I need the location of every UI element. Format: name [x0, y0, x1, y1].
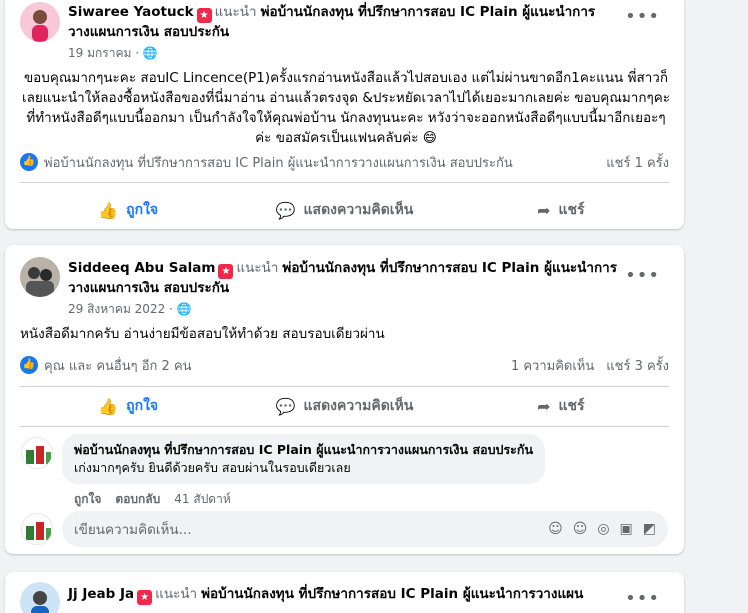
comment-input[interactable]: เขียนความคิดเห็น... ☺ ☺ ◎ ▣ ◩ — [62, 511, 668, 547]
like-reaction-icon: 👍 — [20, 356, 38, 374]
recommend-icon: ★ — [196, 8, 212, 23]
post-card: Siwaree Yaotuck ★ แนะนำพ่อบ้านนักลงทุน ที่… — [5, 0, 684, 229]
sticker-icon[interactable]: ◩ — [643, 521, 656, 537]
more-options-icon[interactable]: ••• — [625, 588, 660, 609]
comment-time[interactable]: 41 สัปดาห์ — [174, 492, 230, 506]
page-name[interactable]: พ่อบ้านนักลงทุน ที่ปรึกษาการสอบ IC Plain… — [201, 586, 583, 602]
emoji-icon[interactable]: ☺ — [573, 521, 588, 537]
recommends-label: แนะนำ — [155, 586, 198, 602]
avatar-sticker-icon[interactable]: ☺ — [548, 521, 563, 537]
recommend-icon: ★ — [218, 264, 234, 279]
shares-count[interactable]: แชร์ 3 ครั้ง — [606, 355, 669, 376]
divider — [20, 182, 669, 183]
thumbs-up-icon: 👍 — [98, 396, 119, 416]
comment-input-placeholder: เขียนความคิดเห็น... — [74, 522, 192, 538]
comment-icon: 💬 — [275, 200, 296, 220]
globe-icon: 🌐 — [176, 302, 192, 316]
comment-tools: ☺ ☺ ◎ ▣ ◩ — [538, 521, 656, 537]
like-label: ถูกใจ — [126, 202, 159, 218]
post-meta: 29 สิงหาคม 2022 · 🌐 — [68, 302, 192, 316]
comment-icon: 💬 — [275, 396, 296, 416]
share-button[interactable]: ➦ แชร์ — [453, 388, 669, 424]
post-text: หนังสือดีมากครับ อ่านง่ายมีข้อสอบให้ทำด้… — [20, 326, 385, 342]
recommend-icon: ★ — [137, 590, 153, 605]
like-label: ถูกใจ — [126, 398, 159, 414]
post-actions: 👍 ถูกใจ 💬 แสดงความคิดเห็น ➦ แชร์ — [20, 192, 669, 228]
comment-like-button[interactable]: ถูกใจ — [74, 492, 101, 506]
more-options-icon[interactable]: ••• — [625, 6, 660, 27]
reactors-text[interactable]: พ่อบ้านนักลงทุน ที่ปรึกษาการสอบ IC Plain… — [44, 152, 513, 173]
post-header: Jj Jeab Ja ★ แนะนำ พ่อบ้านนักลงทุน ที่ปรึกษ… — [68, 585, 624, 605]
post-header: Siwaree Yaotuck ★ แนะนำ พ่อบ้านนักลงทุน ที่… — [68, 3, 624, 42]
comment-button[interactable]: 💬 แสดงความคิดเห็น — [236, 192, 452, 228]
avatar[interactable] — [20, 2, 60, 42]
shares-count[interactable]: แชร์ 1 ครั้ง — [606, 152, 669, 173]
like-reaction-icon: 👍 — [20, 153, 38, 171]
post-text: ขอบคุณมากๆนะคะ สอบIC Lincence(P1)ครั้งแร… — [21, 70, 671, 146]
comment-text: เก่งมากๆครับ ยินดีด้วยครับ สอบผ่านในรอบเ… — [74, 460, 351, 475]
reactors-text[interactable]: คุณ และ คนอื่นๆ อีก 2 คน — [44, 355, 192, 376]
author-name[interactable]: Jj Jeab Ja — [68, 586, 134, 602]
page-avatar[interactable] — [21, 513, 53, 545]
share-label: แชร์ — [558, 202, 585, 218]
share-label: แชร์ — [558, 398, 585, 414]
post-date[interactable]: 29 สิงหาคม 2022 — [68, 302, 165, 316]
post-actions: 👍 ถูกใจ 💬 แสดงความคิดเห็น ➦ แชร์ — [20, 388, 669, 424]
author-name[interactable]: Siwaree Yaotuck — [68, 4, 194, 20]
divider — [20, 426, 669, 427]
share-button[interactable]: ➦ แชร์ — [453, 192, 669, 228]
comment-reply-button[interactable]: ตอบกลับ — [115, 492, 160, 506]
avatar[interactable] — [20, 582, 60, 613]
like-button[interactable]: 👍 ถูกใจ — [20, 388, 236, 424]
comment-actions: ถูกใจ ตอบกลับ 41 สัปดาห์ — [74, 490, 245, 509]
divider — [20, 386, 669, 387]
comments-count[interactable]: 1 ความคิดเห็น — [511, 355, 594, 376]
gif-icon[interactable]: ▣ — [620, 521, 633, 537]
comment-label: แสดงความคิดเห็น — [303, 202, 414, 218]
post-header: Siddeeq Abu Salam ★ แนะนำ พ่อบ้านนักลงทุน ท… — [68, 259, 624, 298]
page-avatar[interactable] — [21, 437, 53, 469]
comment-label: แสดงความคิดเห็น — [303, 398, 414, 414]
post-date[interactable]: 19 มกราคม — [68, 46, 131, 60]
post-meta: 19 มกราคม · 🌐 — [68, 46, 158, 60]
recommends-label: แนะนำ — [214, 4, 257, 20]
avatar[interactable] — [20, 257, 60, 297]
share-icon: ➦ — [537, 396, 551, 416]
camera-icon[interactable]: ◎ — [597, 521, 609, 537]
post-card: Siddeeq Abu Salam ★ แนะนำพ่อบ้านนักลงทุน ท… — [5, 245, 684, 554]
reactions-bar: 👍 พ่อบ้านนักลงทุน ที่ปรึกษาการสอบ IC Pla… — [20, 151, 669, 173]
comment-button[interactable]: 💬 แสดงความคิดเห็น — [236, 388, 452, 424]
share-icon: ➦ — [537, 200, 551, 220]
like-button[interactable]: 👍 ถูกใจ — [20, 192, 236, 228]
globe-icon: 🌐 — [142, 46, 158, 60]
reactions-bar: 👍 คุณ และ คนอื่นๆ อีก 2 คน 1 ความคิดเห็น… — [20, 354, 669, 376]
post-card: Jj Jeab Ja ★ แนะนำ พ่อบ้านนักลงทุน ที่ปรึกษ… — [5, 572, 684, 613]
recommends-label: แนะนำ — [236, 260, 279, 276]
thumbs-up-icon: 👍 — [98, 200, 119, 220]
comment-bubble: พ่อบ้านนักลงทุน ที่ปรึกษาการสอบ IC Plain… — [62, 434, 545, 484]
more-options-icon[interactable]: ••• — [625, 265, 660, 286]
comment-author[interactable]: พ่อบ้านนักลงทุน ที่ปรึกษาการสอบ IC Plain… — [74, 441, 533, 459]
author-name[interactable]: Siddeeq Abu Salam — [68, 260, 215, 276]
